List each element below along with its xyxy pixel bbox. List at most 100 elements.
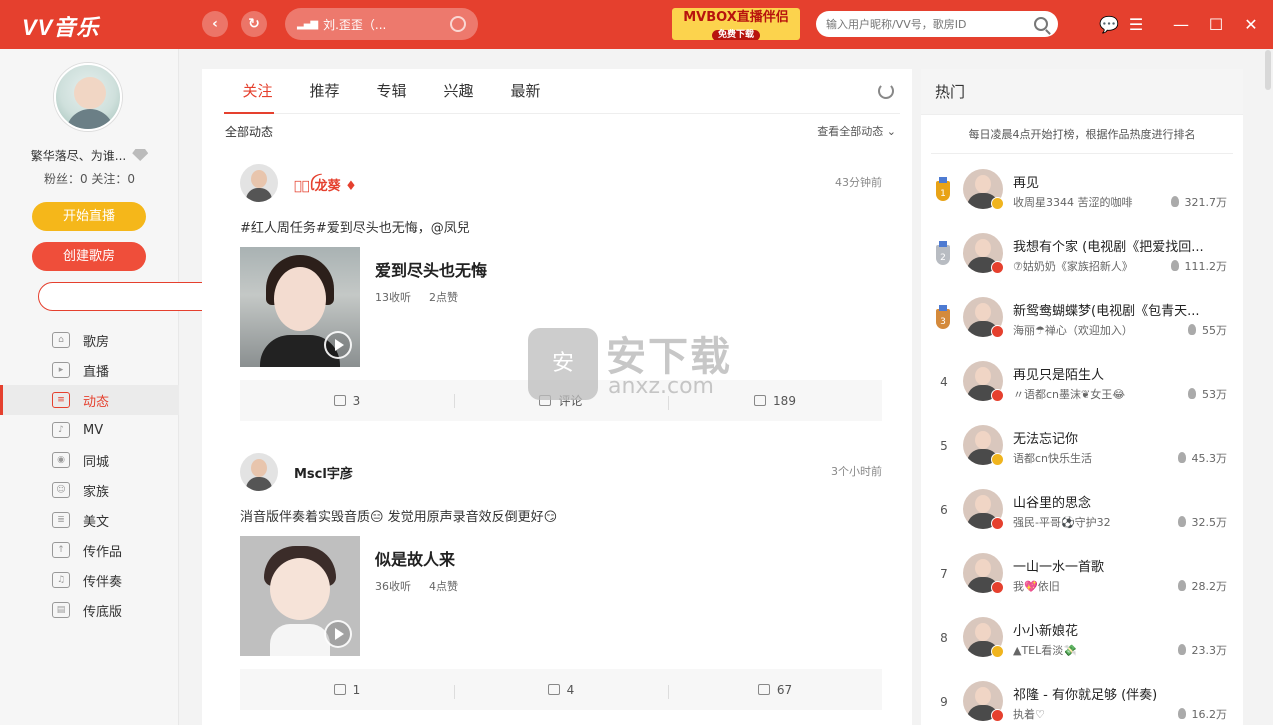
comment-button[interactable]: 4	[454, 683, 668, 699]
power-icon[interactable]	[450, 16, 466, 32]
hot-list-item[interactable]: 8 小小新娘花 ▲TEL看淡💸 23.3万	[921, 605, 1243, 669]
heat-value: 45.3万	[1177, 450, 1228, 466]
tab-following[interactable]: 关注	[224, 69, 291, 114]
heat-number: 53万	[1202, 388, 1227, 401]
chat-bubble-icon: ≡	[52, 392, 70, 408]
view-all-dropdown[interactable]: 查看全部动态 ⌄	[817, 123, 896, 139]
author-avatar[interactable]	[240, 453, 278, 491]
author-avatar[interactable]	[240, 164, 278, 202]
back-button[interactable]: ‹	[202, 11, 228, 37]
mini-player[interactable]: ▂▄▆ 刘.歪歪（...	[285, 8, 478, 40]
message-icon[interactable]: 💬	[1098, 13, 1120, 35]
comment-button[interactable]: 评论	[454, 392, 668, 409]
cover-art-body	[270, 624, 330, 656]
gold-medal-icon: 1	[936, 177, 950, 201]
sidebar-item-family[interactable]: ☺ 家族	[0, 475, 179, 505]
song-title[interactable]: 似是故人来	[375, 546, 455, 570]
user-avatar[interactable]	[54, 63, 122, 131]
listen-count: 13收听	[375, 291, 411, 304]
sidebar-item-articles[interactable]: ≣ 美文	[0, 505, 179, 535]
song-title[interactable]: 爱到尽头也无悔	[375, 257, 487, 281]
sidebar-item-feed[interactable]: ≡ 动态	[0, 385, 179, 415]
sidebar-item-live[interactable]: ▸ 直播	[0, 355, 179, 385]
close-icon[interactable]: ✕	[1240, 13, 1262, 35]
rank-number: 4	[940, 375, 948, 389]
menu-icon[interactable]: ☰	[1125, 13, 1147, 35]
hot-song-user[interactable]: 〃语都cn墨沫❦女王😂	[1013, 386, 1163, 402]
hot-song-user[interactable]: 海丽☂禅心（欢迎加入）	[1013, 322, 1163, 338]
author-name[interactable]: Mscl宇彦	[294, 463, 353, 482]
hot-song-title[interactable]: 无法忘记你	[1013, 428, 1218, 447]
share-button[interactable]: 1	[240, 683, 454, 697]
tab-albums[interactable]: 专辑	[358, 69, 425, 113]
window-scrollbar[interactable]	[1265, 50, 1271, 90]
search-box[interactable]	[816, 11, 1058, 37]
song-meta: 13收听 2点赞	[375, 289, 476, 305]
play-icon[interactable]	[324, 620, 352, 648]
rank-number: 6	[940, 503, 948, 517]
start-live-button[interactable]: 开始直播	[32, 202, 146, 231]
hot-song-title[interactable]: 山谷里的思念	[1013, 492, 1218, 511]
hot-song-user[interactable]: 我💖依旧	[1013, 578, 1163, 594]
gift-button[interactable]: 67	[668, 683, 882, 699]
tab-latest[interactable]: 最新	[492, 69, 559, 113]
tab-recommended[interactable]: 推荐	[291, 69, 358, 113]
hot-song-title[interactable]: 再见只是陌生人	[1013, 364, 1218, 383]
hot-panel: 热门 每日凌晨4点开始打榜，根据作品热度进行排名 1 再见 收周星3344 苦涩…	[921, 69, 1243, 725]
hot-list-item[interactable]: 9 祁隆 - 有你就足够 (伴奏) 执着♡ 16.2万	[921, 669, 1243, 725]
sidebar-item-label: MV	[83, 422, 104, 438]
refresh-feed-icon[interactable]	[878, 83, 894, 99]
hot-list-item[interactable]: 7 一山一水一首歌 我💖依旧 28.2万	[921, 541, 1243, 605]
hot-song-title[interactable]: 一山一水一首歌	[1013, 556, 1218, 575]
hot-song-user[interactable]: 语都cn快乐生活	[1013, 450, 1163, 466]
hot-song-user[interactable]: 收周星3344 苦涩的咖啡	[1013, 194, 1163, 210]
sidebar-item-upload-base[interactable]: ▤ 传底版	[0, 595, 179, 625]
gift-button[interactable]: 189	[668, 394, 882, 410]
tab-interests[interactable]: 兴趣	[425, 69, 492, 113]
hot-subtitle: 每日凌晨4点开始打榜，根据作品热度进行排名	[968, 128, 1196, 141]
hot-song-title[interactable]: 祁隆 - 有你就足够 (伴奏)	[1013, 684, 1218, 703]
song-cover[interactable]	[240, 247, 360, 367]
minimize-icon[interactable]: —	[1170, 13, 1192, 35]
hot-list-item[interactable]: 2 我想有个家 (电视剧《把爱找回... ⑦姑奶奶《家族招新人》 111.2万	[921, 221, 1243, 285]
search-input[interactable]	[826, 17, 1034, 31]
create-room-button[interactable]: 创建歌房	[32, 242, 146, 271]
sidebar-item-nearby[interactable]: ◉ 同城	[0, 445, 179, 475]
hot-song-user[interactable]: ▲TEL看淡💸	[1013, 642, 1163, 658]
hot-song-user[interactable]: 执着♡	[1013, 706, 1163, 722]
share-button[interactable]: 3	[240, 394, 454, 408]
hot-song-title[interactable]: 小小新娘花	[1013, 620, 1218, 639]
post-actions: 1 4 67	[240, 669, 882, 710]
sidebar-item-upload-work[interactable]: ↑ 传作品	[0, 535, 179, 565]
vip-badge-icon	[991, 645, 1004, 658]
song-cover[interactable]	[240, 536, 360, 656]
post-actions: 3 评论 189	[240, 380, 882, 421]
mvbox-ad-banner[interactable]: MVBOX直播伴侣 免费下载	[672, 8, 800, 40]
hot-song-title[interactable]: 新鸳鸯蝴蝶梦(电视剧《包青天...	[1013, 300, 1218, 319]
hot-list-item[interactable]: 6 山谷里的思念 强民-平哥⚽守护32 32.5万	[921, 477, 1243, 541]
vip-badge-icon	[991, 709, 1004, 722]
hot-list-item[interactable]: 1 再见 收周星3344 苦涩的咖啡 321.7万	[921, 157, 1243, 221]
heat-number: 321.7万	[1184, 196, 1228, 209]
hot-list-item[interactable]: 3 新鸳鸯蝴蝶梦(电视剧《包青天... 海丽☂禅心（欢迎加入） 55万	[921, 285, 1243, 349]
heat-number: 111.2万	[1184, 260, 1228, 273]
hot-song-user[interactable]: 强民-平哥⚽守护32	[1013, 514, 1163, 530]
sidebar-item-mv[interactable]: ♪ MV	[0, 415, 179, 445]
heat-number: 45.3万	[1191, 452, 1228, 465]
play-icon[interactable]	[324, 331, 352, 359]
author-name-text: ꦿ͛ꪶ龙葵	[294, 179, 341, 194]
hot-list-item[interactable]: 4 再见只是陌生人 〃语都cn墨沫❦女王😂 53万	[921, 349, 1243, 413]
heat-value: 23.3万	[1177, 642, 1227, 658]
hot-song-title[interactable]: 再见	[1013, 172, 1218, 191]
search-icon[interactable]	[1034, 17, 1048, 31]
hot-list-item[interactable]: 5 无法忘记你 语都cn快乐生活 45.3万	[921, 413, 1243, 477]
refresh-button[interactable]: ↻	[241, 11, 267, 37]
maximize-icon[interactable]: ☐	[1205, 13, 1227, 35]
user-name[interactable]: 繁华落尽、为谁...	[31, 149, 126, 163]
author-name[interactable]: ꦿ͛ꪶ龙葵 ♦	[294, 174, 357, 201]
hot-song-title[interactable]: 我想有个家 (电视剧《把爱找回...	[1013, 236, 1218, 255]
heat-value: 32.5万	[1177, 514, 1227, 530]
sidebar-item-upload-accompaniment[interactable]: ♫ 传伴奏	[0, 565, 179, 595]
sidebar-item-song-room[interactable]: ⌂ 歌房	[0, 325, 179, 355]
hot-song-user[interactable]: ⑦姑奶奶《家族招新人》	[1013, 258, 1163, 274]
